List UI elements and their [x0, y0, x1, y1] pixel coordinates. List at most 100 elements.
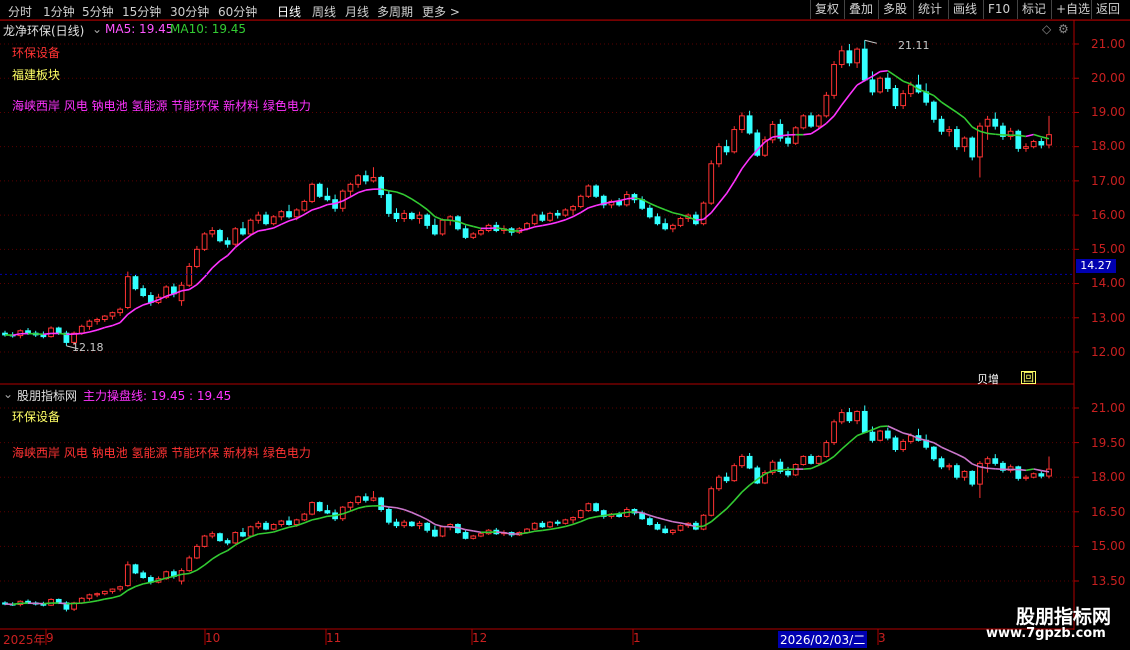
main-candle [930, 101, 937, 120]
main-candle [884, 77, 891, 89]
main-ma-segment [419, 203, 428, 211]
indicator-ma-segment [848, 435, 858, 443]
main-candle [286, 211, 292, 218]
main-ma-segment [565, 215, 574, 221]
main-candle [716, 146, 722, 165]
indicator-ma-segment [242, 536, 252, 542]
indicator-ma-segment [565, 523, 574, 528]
diamond-icon[interactable]: ◇ [1042, 22, 1051, 36]
indicator-candle [677, 525, 684, 531]
main-ma-segment [127, 308, 136, 316]
main-ma-segment [1018, 134, 1027, 138]
main-candle [854, 48, 860, 64]
watermark-url: www.7gpzb.com [986, 626, 1106, 641]
main-ma-segment [572, 211, 582, 218]
indicator-candle [877, 430, 883, 441]
main-ma-segment [872, 70, 881, 77]
main-ma-segment [948, 106, 958, 114]
indicator-ma-segment [887, 425, 896, 431]
event-tag[interactable]: 贝增 [977, 371, 999, 387]
main-candle [877, 77, 883, 93]
indicator-candle [101, 590, 108, 595]
main-candle [462, 228, 469, 238]
main-ma-segment [657, 206, 666, 211]
indicator-candle [140, 572, 147, 579]
indicator-tick: 21.00 [1091, 401, 1126, 415]
main-ma-segment [211, 260, 221, 269]
main-candle [217, 230, 223, 242]
indicator-ma-segment [733, 491, 743, 502]
main-candle [961, 137, 968, 148]
price-tick: 21.00 [1091, 37, 1126, 51]
indicator-ma-segment [588, 516, 597, 520]
replay-icon[interactable]: 回 [1021, 371, 1036, 384]
indicator-ma-segment [43, 602, 52, 605]
indicator-candle [178, 570, 185, 582]
main-candle [669, 224, 676, 230]
indicator-candle [439, 526, 446, 537]
indicator-ma-segment [880, 425, 888, 428]
main-ma-segment [941, 101, 950, 108]
main-candle [838, 50, 845, 66]
main-candle [900, 93, 907, 107]
indicator-ma-segment [81, 601, 90, 604]
main-candle [362, 175, 369, 182]
indicator-ma-segment [1033, 468, 1042, 472]
price-tick: 13.00 [1091, 311, 1126, 325]
main-candle [892, 87, 899, 107]
indicator-candle [838, 412, 845, 423]
indicator-ma-segment [288, 524, 297, 529]
indicator-ma-segment [572, 520, 582, 526]
indicator-name[interactable]: 股朋指标网 [17, 387, 77, 404]
indicator-candle [270, 523, 277, 530]
main-candle [654, 216, 661, 225]
main-candle [424, 214, 431, 226]
indicator-candle [992, 458, 999, 464]
dropdown-icon[interactable]: ⌄ [92, 22, 102, 36]
main-candle [585, 185, 592, 197]
current-price-tag: 14.27 [1076, 259, 1116, 273]
indicator-ma-segment [1018, 468, 1027, 472]
indicator-ma-segment [803, 467, 812, 470]
main-ma-segment [242, 234, 252, 242]
indicator-ma-segment [649, 514, 658, 519]
main-ma-segment [357, 189, 367, 194]
main-candle [247, 219, 254, 235]
indicator-candle [263, 522, 269, 530]
indicator-ma-segment [96, 598, 105, 602]
indicator-menu-icon[interactable]: ⌄ [3, 387, 13, 401]
main-candle [385, 194, 392, 214]
indicator-ma-segment [319, 515, 328, 520]
indicator-candle [869, 431, 876, 441]
main-candle [785, 137, 791, 144]
indicator-ma-segment [135, 583, 144, 588]
main-ma-segment [288, 217, 297, 222]
main-candle [731, 129, 738, 153]
main-ma-segment [695, 218, 704, 221]
main-ma-segment [303, 209, 313, 216]
indicator-candle [800, 455, 807, 466]
main-ma-segment [89, 329, 98, 333]
stock-title[interactable]: 龙净环保(日线) [3, 22, 84, 39]
indicator-candle [562, 519, 569, 524]
indicator-tick: 19.50 [1091, 436, 1126, 450]
price-tick: 17.00 [1091, 174, 1126, 188]
main-candle [324, 195, 331, 201]
main-candle [101, 315, 108, 320]
date-label: 3 [878, 631, 886, 645]
settings-icon[interactable]: ⚙ [1058, 22, 1069, 36]
main-candle [232, 228, 239, 245]
indicator-tick: 15.00 [1091, 539, 1126, 553]
indicator-candle [884, 430, 891, 439]
main-candle [823, 94, 830, 117]
main-ma-segment [473, 225, 482, 230]
main-ma-segment [841, 94, 851, 106]
indicator-candle [94, 593, 100, 596]
main-candle [616, 200, 622, 206]
main-candle [124, 276, 131, 309]
price-tick: 19.00 [1091, 105, 1126, 119]
indicator-candle [547, 521, 553, 528]
indicator-candle [1015, 466, 1022, 479]
main-candle [263, 214, 269, 225]
main-ma-segment [1033, 133, 1042, 138]
